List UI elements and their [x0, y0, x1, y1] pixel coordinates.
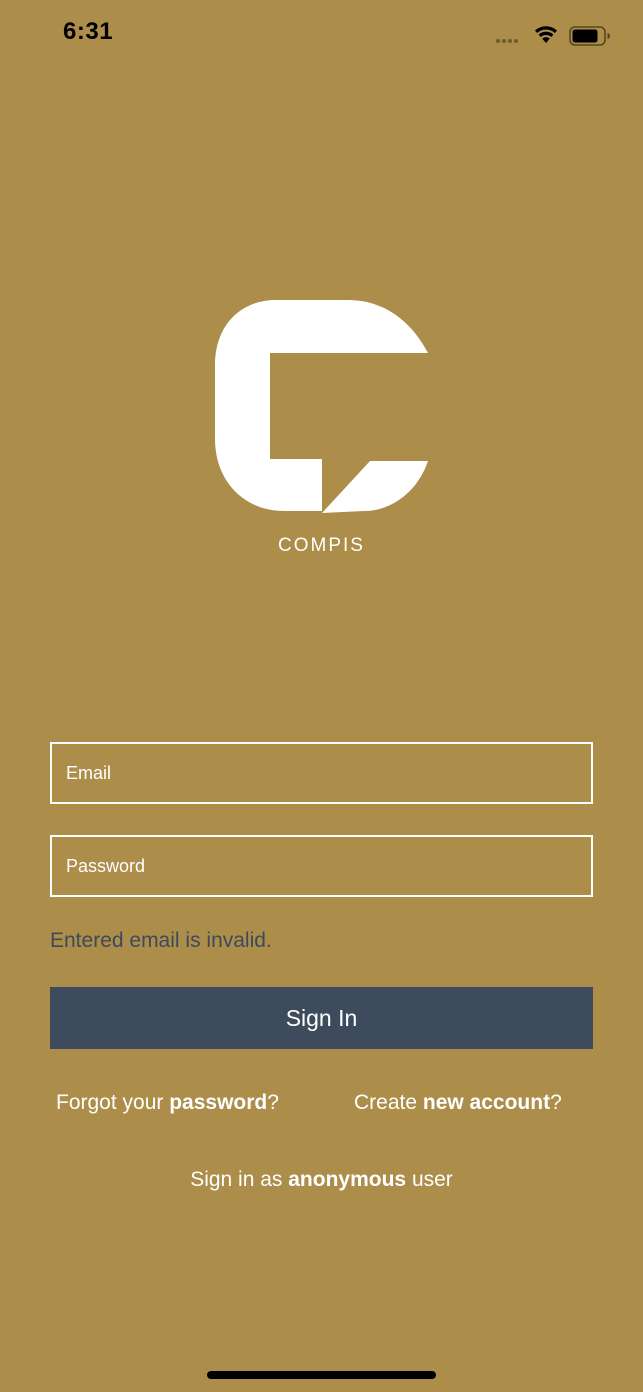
status-time: 6:31: [63, 18, 114, 45]
compis-logo-icon: [215, 300, 428, 513]
brand-name: COMPIS: [278, 535, 365, 556]
forgot-prefix: Forgot your: [56, 1091, 170, 1114]
sign-in-button[interactable]: Sign In: [50, 987, 593, 1049]
create-suffix: ?: [550, 1091, 562, 1114]
error-message: Entered email is invalid.: [50, 929, 272, 952]
anon-prefix: Sign in as: [190, 1168, 289, 1191]
anon-suffix: user: [406, 1168, 453, 1191]
wifi-icon: [535, 26, 557, 43]
password-field-container: [50, 835, 593, 897]
anonymous-signin-link[interactable]: Sign in as anonymous user: [0, 1168, 643, 1192]
signal-dots-icon: [496, 39, 518, 43]
forgot-bold: password: [169, 1091, 268, 1114]
battery-icon: [569, 26, 610, 46]
forgot-password-link[interactable]: Forgot your password?: [56, 1091, 279, 1115]
email-input[interactable]: [52, 744, 591, 802]
forgot-suffix: ?: [267, 1091, 279, 1114]
create-account-link[interactable]: Create new account?: [354, 1091, 562, 1115]
create-bold: new account: [422, 1091, 551, 1114]
create-prefix: Create: [354, 1091, 423, 1114]
password-input[interactable]: [52, 837, 591, 895]
anon-bold: anonymous: [288, 1168, 407, 1191]
status-bar: 6:31: [0, 0, 643, 70]
home-indicator: [207, 1371, 436, 1379]
email-field-container: [50, 742, 593, 804]
